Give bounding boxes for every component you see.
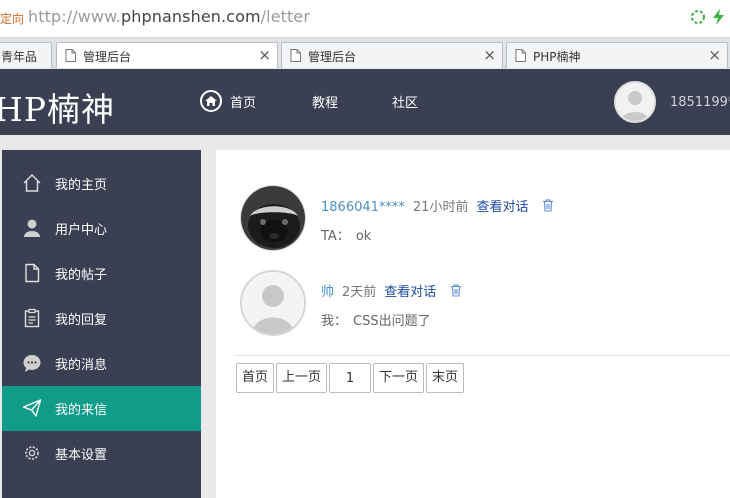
sidebar-item-posts[interactable]: 我的帖子 [2, 251, 201, 296]
document-icon [65, 49, 76, 62]
close-icon[interactable]: × [708, 46, 721, 64]
sidebar-item-label: 我的主页 [55, 178, 108, 193]
clipboard-icon [24, 308, 40, 328]
site-logo[interactable]: HP楠神 [0, 83, 115, 131]
nav-community[interactable]: 社区 [392, 92, 418, 111]
message-body: 我： CSS出问题了 [321, 310, 431, 329]
view-conversation-link[interactable]: 查看对话 [384, 285, 436, 300]
tab-label: 管理后台 [83, 50, 132, 64]
main-content: 1866041**** 21小时前 查看对话 TA： ok 帅 2天前 查看对话 我： CS… [216, 150, 730, 498]
sidebar-item-settings[interactable]: 基本设置 [2, 431, 201, 476]
sidebar-item-letters[interactable]: 我的来信 [2, 386, 201, 431]
honey-badger-avatar[interactable] [240, 185, 306, 251]
sidebar-item-label: 我的回复 [55, 313, 108, 328]
gear-icon [25, 446, 39, 460]
sidebar-item-label: 用户中心 [55, 223, 108, 238]
paper-plane-icon [22, 399, 42, 417]
page-number-input[interactable] [329, 363, 372, 393]
url-host: phpnanshen.com [121, 7, 261, 26]
tab-label: 管理后台 [308, 50, 357, 64]
home-outline-icon [23, 174, 41, 192]
nav-tutorial[interactable]: 教程 [312, 92, 338, 111]
message-prefix: TA： [321, 229, 350, 244]
address-bar-icons [690, 9, 726, 25]
sidebar-item-label: 我的消息 [55, 358, 108, 373]
address-prefix: 定向 [0, 12, 25, 26]
nav-home[interactable]: 首页 [200, 90, 256, 112]
user-icon [24, 219, 40, 237]
home-icon [200, 90, 222, 112]
url-scheme: http://www. [28, 7, 121, 26]
header-username[interactable]: 1851199* [670, 95, 730, 110]
chat-bubble-icon [23, 355, 41, 372]
view-conversation-link[interactable]: 查看对话 [476, 200, 528, 215]
tab-3[interactable]: 管理后台 × [281, 42, 503, 68]
sidebar-item-replies[interactable]: 我的回复 [2, 296, 201, 341]
close-icon[interactable]: × [258, 46, 271, 64]
sidebar-item-user-center[interactable]: 用户中心 [2, 206, 201, 251]
tab-1[interactable]: 青年品 [0, 42, 52, 68]
trash-icon[interactable] [542, 199, 554, 212]
document-icon [25, 263, 40, 283]
message-meta: 1866041**** 21小时前 查看对话 [321, 196, 554, 215]
user-avatar[interactable] [614, 81, 656, 123]
lightning-icon[interactable] [712, 9, 726, 25]
address-bar[interactable]: 定向 http://www.phpnanshen.com/letter [0, 0, 730, 38]
close-icon[interactable]: × [483, 46, 496, 64]
next-page-button[interactable]: 下一页 [373, 363, 425, 393]
default-avatar[interactable] [240, 270, 306, 336]
prev-page-button[interactable]: 上一页 [276, 363, 328, 393]
url-path: /letter [260, 7, 311, 26]
message-meta: 帅 2天前 查看对话 [321, 281, 462, 300]
message-time: 2天前 [342, 285, 377, 300]
site-header: HP楠神 首页 教程 社区 1851199* [0, 69, 730, 135]
nav-home-label: 首页 [230, 95, 257, 111]
message-body: TA： ok [321, 225, 371, 244]
tab-2[interactable]: 管理后台 × [56, 42, 278, 68]
tab-label: 青年品 [1, 50, 38, 64]
tab-4[interactable]: PHP楠神 × [506, 42, 728, 68]
message-prefix: 我： [321, 314, 348, 329]
tab-strip: 青年品 管理后台 × 管理后台 × PHP楠神 × [0, 38, 730, 68]
sidebar: 我的主页 用户中心 我的帖子 我的回复 我的消息 我的来信 基本设置 [2, 150, 201, 498]
document-icon [515, 49, 526, 62]
sidebar-item-label: 我的帖子 [55, 268, 108, 283]
document-icon [290, 49, 301, 62]
sender-name[interactable]: 帅 [321, 285, 334, 300]
pagination: 首页 上一页 下一页 末页 [236, 363, 465, 393]
sidebar-item-home[interactable]: 我的主页 [2, 161, 201, 206]
sidebar-item-label: 我的来信 [55, 403, 108, 418]
url-text[interactable]: http://www.phpnanshen.com/letter [28, 7, 310, 26]
sender-name[interactable]: 1866041**** [321, 200, 405, 215]
message-content: ok [355, 229, 372, 244]
refresh-icon[interactable] [690, 9, 706, 25]
message-time: 21小时前 [412, 200, 469, 215]
trash-icon[interactable] [450, 284, 462, 297]
tab-label: PHP楠神 [533, 50, 581, 64]
last-page-button[interactable]: 末页 [426, 363, 465, 393]
divider [236, 355, 730, 356]
sidebar-item-messages[interactable]: 我的消息 [2, 341, 201, 386]
message-content: CSS出问题了 [353, 314, 431, 329]
first-page-button[interactable]: 首页 [236, 363, 275, 393]
sidebar-item-label: 基本设置 [55, 448, 108, 463]
